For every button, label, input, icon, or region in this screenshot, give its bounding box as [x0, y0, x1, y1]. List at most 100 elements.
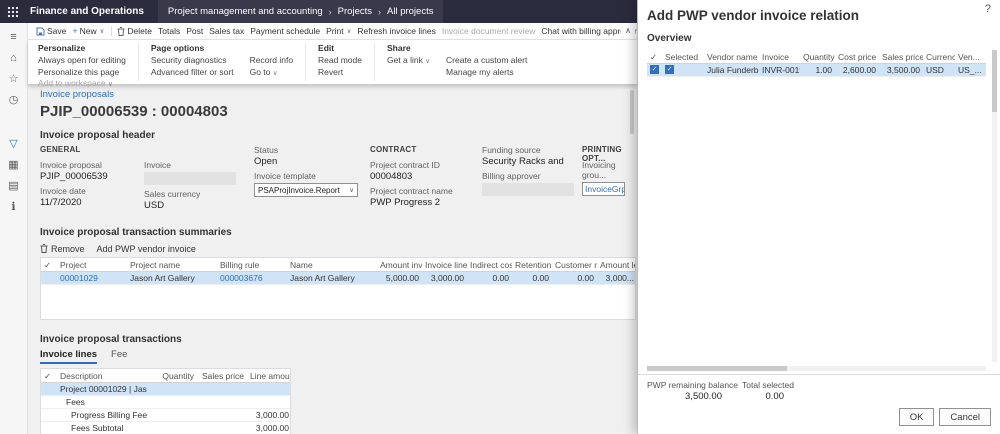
always-open-for-editing-button[interactable]: Always open for editing — [38, 55, 126, 67]
column-header-project-name[interactable]: Project name — [127, 258, 217, 271]
list-icon[interactable]: ▤ — [6, 179, 22, 193]
vertical-scrollbar[interactable] — [992, 50, 997, 362]
table-row[interactable]: ✓ ✓ Julia Funderburk INVR-00196 1.00 2,6… — [647, 64, 986, 77]
clock-icon[interactable]: ◷ — [6, 93, 22, 107]
table-row[interactable]: Fees Subtotal 3,000.00 — [41, 422, 290, 434]
advanced-filter-or-sort-button[interactable]: Advanced filter or sort — [151, 67, 234, 79]
help-icon[interactable]: ? — [985, 3, 991, 15]
tab-invoice-lines[interactable]: Invoice lines — [40, 349, 98, 364]
remove-button[interactable]: Remove — [40, 244, 85, 254]
collapse-action-pane-icon[interactable]: ∧ — [621, 23, 635, 39]
column-header-sales-price[interactable]: Sales price — [197, 369, 247, 382]
row-selector-cell[interactable] — [41, 409, 57, 421]
section-title-invoice-proposal-header[interactable]: Invoice proposal header — [40, 130, 637, 141]
breadcrumb-item-projects[interactable]: Projects — [338, 6, 372, 17]
read-mode-button[interactable]: Read mode — [318, 55, 362, 67]
filter-icon[interactable]: ▽ — [6, 137, 22, 151]
row-selector-cell[interactable] — [41, 272, 57, 284]
selected-checkbox[interactable]: ✓ — [662, 64, 704, 76]
row-selector-checkbox[interactable]: ✓ — [647, 64, 662, 76]
record-info-button[interactable]: Record info — [250, 55, 293, 67]
security-diagnostics-button[interactable]: Security diagnostics — [151, 55, 234, 67]
sales-currency-value[interactable]: USD — [144, 200, 246, 211]
personalize-this-page-button[interactable]: Personalize this page — [38, 67, 126, 79]
breadcrumb-item-module[interactable]: Project management and accounting — [168, 6, 323, 17]
sales-tax-button[interactable]: Sales tax — [209, 26, 244, 36]
column-header-selected[interactable]: Selected — [662, 50, 704, 63]
column-header-line-amount[interactable]: Line amount — [247, 369, 290, 382]
column-header-description[interactable]: Description — [57, 369, 147, 382]
billing-rule-cell[interactable]: 000003676 — [217, 272, 287, 284]
table-row[interactable]: Progress Billing Fee | Jason Ar... 3,000… — [41, 409, 290, 422]
column-header-name[interactable]: Name — [287, 258, 377, 271]
column-header-indirect-costs[interactable]: Indirect costs — [467, 258, 512, 271]
horizontal-scrollbar[interactable] — [647, 366, 986, 371]
post-button[interactable]: Post — [186, 26, 203, 36]
column-header-vendor-name[interactable]: Vendor name — [704, 50, 759, 63]
home-icon[interactable]: ⌂ — [6, 51, 22, 65]
table-row[interactable]: Project 00001029 | Jason Art... — [41, 383, 290, 396]
print-button[interactable]: Print ∨ — [326, 26, 351, 36]
select-all-checkbox-header[interactable]: ✓ — [647, 50, 662, 63]
breadcrumb-item-all-projects[interactable]: All projects — [387, 6, 433, 17]
grid-icon[interactable]: ▦ — [6, 158, 22, 172]
app-launcher-icon[interactable] — [0, 0, 26, 23]
field-column-contract: CONTRACT Project contract ID 00004803 Pr… — [370, 145, 482, 211]
invoice-date-value[interactable]: 11/7/2020 — [40, 197, 136, 208]
manage-my-alerts-button[interactable]: Manage my alerts — [446, 67, 527, 79]
funding-source-value[interactable]: Security Racks and — [482, 156, 574, 167]
app-name[interactable]: Finance and Operations — [30, 6, 144, 17]
column-header-invoice[interactable]: Invoice — [759, 50, 800, 63]
column-header-amount-less[interactable]: Amount les... — [597, 258, 635, 271]
column-header-cost-price[interactable]: Cost price — [835, 50, 879, 63]
ok-button[interactable]: OK — [898, 408, 935, 426]
revert-button[interactable]: Revert — [318, 67, 362, 79]
invoice-proposal-value[interactable]: PJIP_00006539 — [40, 171, 136, 182]
info-icon[interactable]: ℹ — [6, 200, 22, 214]
column-header-sales-price[interactable]: Sales price — [879, 50, 923, 63]
new-button[interactable]: + New ∨ — [72, 26, 104, 36]
column-header-vendor-account[interactable]: Ven... — [955, 50, 986, 63]
star-icon[interactable]: ☆ — [6, 72, 22, 86]
scrollbar-thumb[interactable] — [647, 366, 787, 371]
back-link-invoice-proposals[interactable]: Invoice proposals — [40, 89, 114, 100]
project-contract-id-value[interactable]: 00004803 — [370, 171, 474, 182]
row-selector-cell[interactable] — [41, 422, 57, 434]
invoice-template-select[interactable]: PSAProjInvoice.Report ∨ — [254, 183, 358, 197]
column-header-retention[interactable]: Retention pe... — [512, 258, 552, 271]
column-header-customer-retention[interactable]: Customer ret... — [552, 258, 597, 271]
field-column-invoice: Invoice Sales currency USD — [144, 145, 254, 211]
main-scrollbar[interactable] — [630, 90, 634, 134]
column-header-project[interactable]: Project — [57, 258, 127, 271]
select-all-checkbox-header[interactable]: ✓ — [41, 258, 57, 271]
row-selector-cell[interactable] — [41, 396, 57, 408]
table-row[interactable]: 00001029 Jason Art Gallery 000003676 Jas… — [41, 272, 635, 285]
save-button[interactable]: Save — [36, 26, 66, 36]
column-header-quantity[interactable]: Quantity — [147, 369, 197, 382]
scrollbar-thumb[interactable] — [992, 50, 997, 112]
section-title-transaction-summaries[interactable]: Invoice proposal transaction summaries — [40, 227, 637, 238]
project-cell[interactable]: 00001029 — [57, 272, 127, 284]
payment-schedule-button[interactable]: Payment schedule — [250, 26, 320, 36]
create-a-custom-alert-button[interactable]: Create a custom alert — [446, 55, 527, 67]
column-header-currency[interactable]: Currency — [923, 50, 955, 63]
column-header-billing-rule[interactable]: Billing rule — [217, 258, 287, 271]
column-header-invoice-line[interactable]: Invoice line a... — [422, 258, 467, 271]
get-a-link-button[interactable]: Get a link ∨ — [387, 55, 430, 68]
section-title-transactions[interactable]: Invoice proposal transactions — [40, 334, 637, 345]
go-to-button[interactable]: Go to ∨ — [250, 67, 293, 80]
select-all-checkbox-header[interactable]: ✓ — [41, 369, 57, 382]
table-row[interactable]: Fees — [41, 396, 290, 409]
totals-button[interactable]: Totals — [158, 26, 180, 36]
column-header-quantity[interactable]: Quantity — [800, 50, 835, 63]
delete-button[interactable]: Delete — [117, 26, 152, 36]
menu-icon[interactable]: ≡ — [6, 30, 22, 44]
tab-overview[interactable]: Overview — [647, 33, 691, 44]
add-pwp-vendor-invoice-button[interactable]: Add PWP vendor invoice — [97, 244, 196, 254]
invoicing-group-field[interactable]: InvoiceGrp — [582, 182, 625, 196]
refresh-invoice-lines-button[interactable]: Refresh invoice lines — [357, 26, 435, 36]
column-header-amount-invoiced[interactable]: Amount invo... — [377, 258, 422, 271]
cancel-button[interactable]: Cancel — [939, 408, 991, 426]
tab-fee[interactable]: Fee — [111, 349, 127, 364]
row-selector-cell[interactable] — [41, 383, 57, 395]
